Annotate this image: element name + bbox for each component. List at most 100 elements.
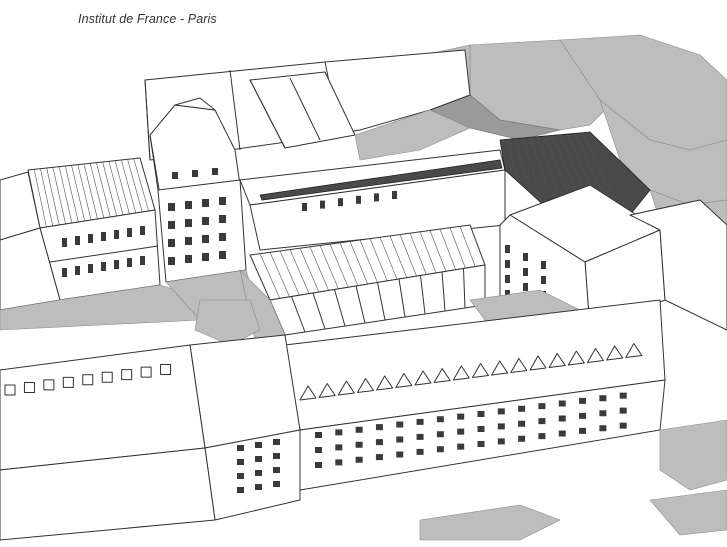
window — [75, 236, 80, 245]
window — [101, 232, 106, 241]
window — [202, 199, 209, 207]
window — [375, 439, 383, 446]
window — [396, 451, 404, 458]
window — [335, 444, 343, 451]
window — [619, 407, 627, 414]
window — [523, 253, 528, 261]
window — [355, 441, 363, 448]
window — [599, 395, 607, 402]
window — [436, 431, 444, 438]
window — [237, 473, 244, 479]
window — [202, 217, 209, 225]
window — [255, 470, 262, 476]
window — [392, 191, 397, 199]
window — [436, 416, 444, 423]
crenel — [121, 369, 133, 381]
window — [416, 433, 424, 440]
crenel — [43, 379, 55, 391]
window — [185, 255, 192, 263]
window — [619, 392, 627, 399]
window — [558, 400, 566, 407]
window — [219, 215, 226, 223]
window — [202, 253, 209, 261]
crenel — [140, 366, 152, 378]
window — [140, 256, 145, 265]
window — [497, 423, 505, 430]
window — [375, 424, 383, 431]
window — [497, 408, 505, 415]
window — [416, 448, 424, 455]
window — [114, 260, 119, 269]
window — [538, 403, 546, 410]
window — [523, 283, 528, 291]
window — [579, 427, 587, 434]
window — [273, 453, 280, 459]
crenel — [62, 376, 74, 388]
window — [599, 425, 607, 432]
window — [273, 481, 280, 487]
window — [255, 484, 262, 490]
window — [237, 459, 244, 465]
left-wing-crenellated — [0, 344, 216, 541]
window — [168, 221, 175, 229]
crenel — [101, 371, 113, 383]
window — [374, 193, 379, 202]
window — [538, 418, 546, 425]
window — [255, 456, 262, 462]
window — [168, 257, 175, 265]
window — [505, 260, 510, 268]
window — [497, 438, 505, 445]
window — [477, 426, 485, 432]
window — [538, 433, 546, 440]
window — [140, 226, 145, 235]
window — [315, 462, 322, 468]
window — [88, 234, 93, 243]
window — [457, 413, 465, 420]
window — [375, 454, 383, 461]
dormer-window — [172, 172, 178, 179]
window — [185, 219, 192, 227]
window — [62, 238, 67, 247]
window — [62, 268, 67, 277]
crenel — [23, 381, 35, 393]
window — [457, 443, 465, 450]
crenel — [160, 364, 172, 376]
window — [315, 447, 322, 453]
window — [558, 415, 566, 422]
window — [599, 410, 607, 417]
window — [505, 245, 510, 253]
window — [477, 411, 485, 417]
window — [101, 262, 106, 271]
window — [237, 445, 244, 451]
window — [168, 239, 175, 247]
window — [518, 405, 526, 412]
front-long-building — [284, 299, 666, 491]
window — [185, 201, 192, 209]
window — [558, 430, 566, 437]
window — [168, 203, 175, 211]
window — [114, 230, 119, 239]
dormer-window — [192, 170, 198, 177]
window — [273, 439, 280, 445]
window — [127, 228, 132, 237]
window — [338, 198, 343, 207]
window — [273, 467, 280, 473]
window — [477, 441, 485, 447]
window — [505, 275, 510, 283]
window — [541, 261, 546, 269]
window — [579, 412, 587, 419]
window — [320, 200, 325, 209]
window — [75, 266, 80, 275]
window — [335, 459, 343, 466]
crenel — [82, 374, 94, 386]
window — [619, 422, 627, 429]
window — [541, 276, 546, 284]
window — [355, 426, 363, 433]
window — [416, 418, 424, 425]
window — [523, 268, 528, 276]
window — [219, 233, 226, 241]
window — [237, 487, 244, 493]
window — [335, 429, 343, 436]
window — [302, 203, 307, 211]
window — [396, 421, 404, 428]
